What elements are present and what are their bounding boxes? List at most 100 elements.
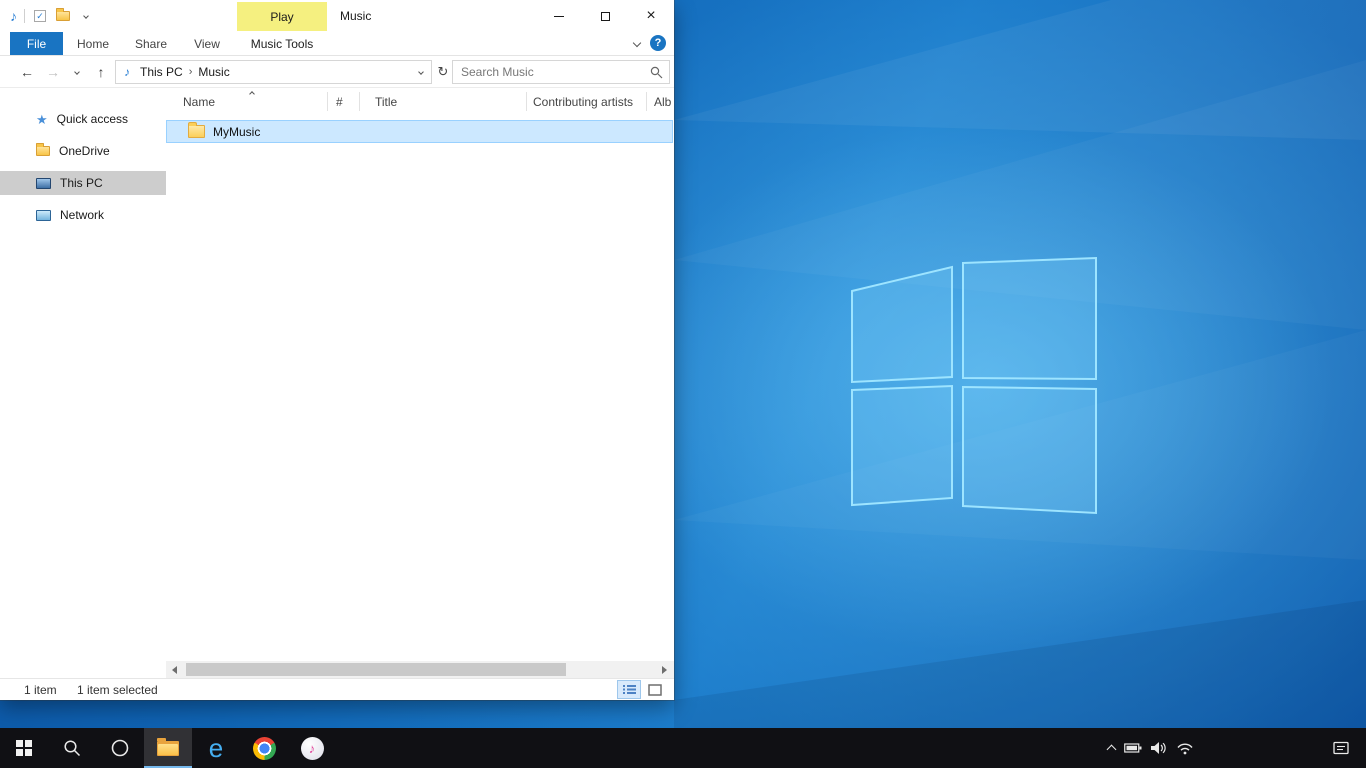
hidden-icons-chevron-icon[interactable] (1107, 745, 1117, 755)
column-header-album[interactable]: Alb (654, 95, 671, 109)
scrollbar-thumb[interactable] (186, 663, 566, 676)
back-button[interactable]: ← (14, 56, 40, 88)
maximize-icon (601, 12, 610, 21)
large-icons-view-icon (648, 684, 662, 696)
search-icon (63, 739, 81, 757)
computer-icon (36, 178, 51, 189)
chevron-down-icon (418, 69, 424, 75)
volume-icon[interactable] (1151, 741, 1167, 755)
column-separator[interactable] (327, 92, 328, 111)
taskbar-internet-explorer-button[interactable]: e (192, 728, 240, 768)
chrome-icon (253, 737, 276, 760)
minimize-icon (554, 16, 564, 17)
tab-share[interactable]: Share (124, 32, 178, 55)
breadcrumb-music[interactable]: Music (192, 65, 235, 79)
cortana-button[interactable] (96, 728, 144, 768)
ribbon-tab-strip: File Home Share View Music Tools ? (0, 32, 674, 56)
sidebar-item-label: Network (60, 208, 104, 222)
sidebar-item-this-pc[interactable]: This PC (0, 171, 166, 195)
address-dropdown-button[interactable] (411, 70, 431, 74)
details-view-icon (623, 684, 636, 695)
new-folder-button[interactable] (55, 8, 71, 24)
internet-explorer-icon: e (209, 735, 223, 761)
sidebar-item-onedrive[interactable]: OneDrive (0, 139, 166, 163)
refresh-button[interactable]: ↻ (434, 60, 452, 84)
horizontal-scrollbar[interactable] (166, 661, 674, 678)
taskbar-chrome-button[interactable] (240, 728, 288, 768)
navigation-pane: ★ Quick access OneDrive This PC Network (0, 88, 166, 661)
column-separator[interactable] (526, 92, 527, 111)
properties-icon: ✓ (34, 10, 46, 22)
title-bar[interactable]: ♪ ✓ Play Music × (0, 0, 674, 32)
sort-ascending-icon (249, 91, 255, 97)
network-icon (36, 210, 51, 221)
windows-logo-pane (963, 387, 1096, 513)
chevron-down-icon (83, 13, 89, 19)
breadcrumb-this-pc[interactable]: This PC (134, 65, 189, 79)
file-row-mymusic[interactable]: MyMusic (166, 120, 673, 143)
column-headers: Name # Title Contributing artists Alb (166, 88, 674, 116)
minimize-button[interactable] (536, 0, 582, 32)
windows-logo-pane (963, 258, 1096, 379)
up-button[interactable]: ↑ (90, 56, 112, 88)
search-input[interactable] (453, 61, 669, 83)
expand-ribbon-chevron-icon[interactable] (633, 39, 641, 47)
navigation-toolbar: ← → ↑ ♪ This PC › Music ↻ (0, 56, 674, 88)
taskbar-search-button[interactable] (48, 728, 96, 768)
column-header-number[interactable]: # (336, 95, 343, 109)
windows-logo-pane (852, 386, 952, 505)
properties-button[interactable]: ✓ (32, 8, 48, 24)
address-music-icon: ♪ (124, 65, 130, 79)
details-view-button[interactable] (618, 681, 640, 698)
recent-locations-button[interactable] (68, 56, 86, 88)
column-separator[interactable] (646, 92, 647, 111)
file-name: MyMusic (213, 125, 260, 139)
sidebar-item-network[interactable]: Network (0, 203, 166, 227)
tab-music-tools[interactable]: Music Tools (237, 32, 327, 55)
folder-icon (56, 11, 70, 21)
column-header-title[interactable]: Title (375, 95, 397, 109)
taskbar-itunes-button[interactable]: ♪ (288, 728, 336, 768)
triangle-right-icon (662, 666, 667, 674)
large-icons-view-button[interactable] (644, 681, 666, 698)
scroll-left-button[interactable] (166, 661, 183, 678)
contextual-tab-play[interactable]: Play (237, 2, 327, 31)
taskbar: e ♪ (0, 728, 1366, 768)
folder-icon (188, 125, 205, 138)
action-center-button[interactable] (1333, 728, 1350, 768)
explorer-window: ♪ ✓ Play Music × File Home Share View Mu… (0, 0, 674, 700)
column-separator[interactable] (359, 92, 360, 111)
tab-file[interactable]: File (10, 32, 63, 55)
column-header-name[interactable]: Name (183, 95, 215, 109)
tab-home[interactable]: Home (68, 32, 118, 55)
search-icon (650, 66, 663, 79)
start-button[interactable] (0, 728, 48, 768)
window-title: Music (340, 0, 371, 32)
scroll-right-button[interactable] (656, 661, 673, 678)
item-count: 1 item (24, 683, 57, 697)
sidebar-item-label: This PC (60, 176, 103, 190)
taskbar-file-explorer-button[interactable] (144, 728, 192, 768)
app-music-icon[interactable]: ♪ (10, 9, 17, 23)
close-icon: × (646, 8, 655, 24)
column-header-contributing-artists[interactable]: Contributing artists (533, 95, 633, 109)
sidebar-item-label: OneDrive (59, 144, 110, 158)
action-center-icon (1333, 741, 1350, 756)
cortana-icon (110, 738, 130, 758)
star-icon: ★ (36, 113, 48, 126)
tab-view[interactable]: View (182, 32, 232, 55)
battery-icon[interactable] (1124, 742, 1142, 754)
onedrive-icon (36, 146, 50, 156)
address-bar[interactable]: ♪ This PC › Music (115, 60, 432, 84)
network-wifi-icon[interactable] (1176, 742, 1194, 755)
qat-customize-button[interactable] (78, 8, 94, 24)
maximize-button[interactable] (582, 0, 628, 32)
close-button[interactable]: × (628, 0, 674, 32)
help-button[interactable]: ? (650, 35, 666, 51)
chevron-down-icon (74, 69, 80, 75)
qat-separator (24, 9, 25, 23)
sidebar-item-quick-access[interactable]: ★ Quick access (0, 107, 166, 131)
window-controls: × (536, 0, 674, 32)
forward-button[interactable]: → (42, 56, 64, 88)
file-explorer-icon (157, 741, 179, 756)
